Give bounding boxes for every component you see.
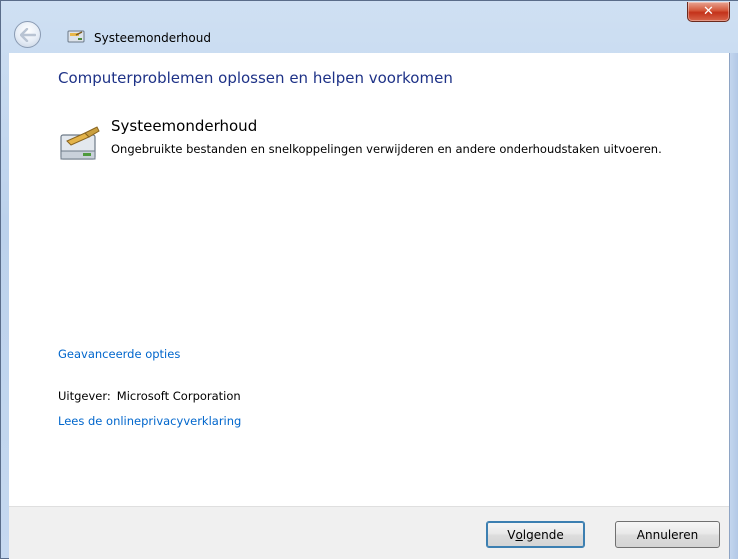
next-label-suffix: lgende bbox=[522, 527, 564, 542]
window-title: Systeemonderhoud bbox=[94, 31, 211, 45]
task-description: Ongebruikte bestanden en snelkoppelingen… bbox=[111, 142, 662, 156]
next-button[interactable]: Vo lgende bbox=[486, 521, 585, 548]
next-label-prefix: V bbox=[507, 527, 516, 542]
close-icon: ✕ bbox=[703, 4, 714, 19]
cancel-button[interactable]: Annuleren bbox=[615, 521, 720, 548]
maintenance-item-icon bbox=[60, 126, 100, 160]
publisher-label: Uitgever: bbox=[58, 389, 111, 403]
next-label-accesskey: o bbox=[515, 527, 523, 542]
window-right-border bbox=[729, 53, 738, 559]
close-button[interactable]: ✕ bbox=[687, 2, 730, 22]
task-title: Systeemonderhoud bbox=[111, 117, 258, 135]
page-heading: Computerproblemen oplossen en helpen voo… bbox=[58, 69, 453, 87]
advanced-options-link[interactable]: Geavanceerde opties bbox=[58, 347, 180, 361]
privacy-statement-link[interactable]: Lees de onlineprivacyverklaring bbox=[58, 414, 241, 428]
back-button[interactable] bbox=[14, 21, 41, 48]
publisher-value: Microsoft Corporation bbox=[116, 389, 241, 403]
maintenance-icon bbox=[67, 30, 85, 43]
wizard-window: ✕ Systeemonderhoud Computerproblemen opl… bbox=[0, 0, 738, 559]
publisher-line: Uitgever: Microsoft Corporation bbox=[58, 389, 241, 403]
footer-bar: Vo lgende Annuleren bbox=[9, 506, 730, 559]
back-arrow-icon bbox=[19, 27, 36, 42]
